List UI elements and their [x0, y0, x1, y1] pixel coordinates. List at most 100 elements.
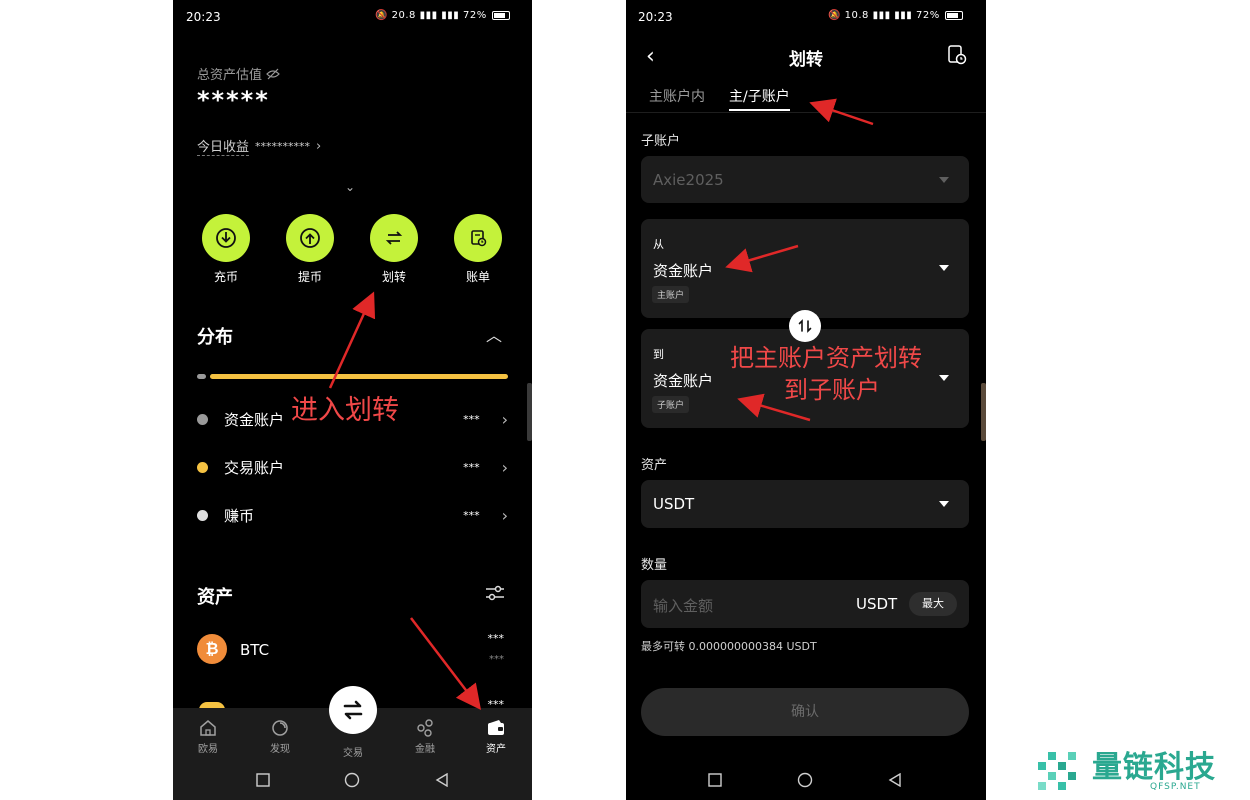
recents-icon[interactable]	[708, 772, 722, 791]
battery-icon	[492, 10, 511, 20]
bill-button[interactable]: 账单	[448, 214, 508, 285]
nav-assets-label: 资产	[486, 744, 506, 755]
funding-value: ***	[463, 412, 480, 426]
battery-percent: 72%	[462, 10, 487, 21]
nav-assets[interactable]: 资产	[471, 718, 521, 755]
watermark-logo-icon	[1038, 752, 1076, 790]
transfer-label: 划转	[381, 270, 406, 284]
asset-select[interactable]: USDT	[641, 480, 969, 528]
home-system-icon[interactable]	[344, 772, 360, 792]
home-icon	[200, 720, 216, 736]
network-speed: 10.8	[844, 10, 869, 21]
to-account-tag: 子账户	[652, 396, 690, 413]
asset-label: 资产	[641, 458, 668, 473]
back-system-icon[interactable]	[888, 772, 902, 791]
distribution-bar-funding	[197, 374, 206, 379]
transfer-icon	[370, 214, 418, 262]
nav-home[interactable]: 欧易	[183, 718, 233, 755]
swap-icon	[343, 700, 363, 720]
amount-input[interactable]: 输入金额 USDT 最大	[641, 580, 969, 628]
swap-direction-button[interactable]	[789, 310, 821, 342]
mute-icon: 🔕	[828, 10, 841, 21]
funding-dot	[197, 413, 208, 425]
deposit-button[interactable]: 充币	[196, 214, 256, 285]
max-transferable: 最多可转 0.000000000384 USDT	[641, 640, 817, 653]
deposit-icon	[202, 214, 250, 262]
sub-account-select[interactable]: Axie2025	[641, 156, 969, 203]
chevron-right-icon: ›	[501, 409, 508, 429]
earn-dot	[197, 509, 208, 521]
tab-divider	[626, 112, 986, 113]
battery-icon	[945, 10, 964, 20]
assets-title: 资产	[197, 587, 233, 608]
bill-icon	[454, 214, 502, 262]
earn-value: ***	[463, 508, 480, 522]
earn-label: 赚币	[224, 506, 255, 525]
scroll-handle	[981, 383, 986, 441]
trading-value: ***	[463, 460, 480, 474]
home-system-icon[interactable]	[797, 772, 813, 792]
today-pnl-row[interactable]: 今日收益 ********** ›	[197, 136, 321, 156]
distribution-row-trading[interactable]: 交易账户 *** ›	[197, 454, 508, 480]
transfer-button[interactable]: 划转	[364, 214, 424, 285]
status-time: 20:23	[186, 10, 221, 24]
dropdown-caret-icon	[939, 265, 949, 271]
sub-account-label: 子账户	[641, 134, 681, 149]
assets-screen: 20:23 🔕 20.8 ▮▮▮ ▮▮▮ 72% 总资产估值 ***** 今日收…	[173, 0, 532, 800]
filter-icon[interactable]	[485, 584, 505, 606]
from-account-select[interactable]: 从 资金账户 主账户	[641, 219, 969, 318]
asset-value: ***	[487, 632, 505, 645]
tab-active-indicator	[729, 109, 790, 111]
max-button[interactable]: 最大	[909, 592, 957, 616]
nav-discover[interactable]: 发现	[255, 718, 305, 755]
distribution-row-earn[interactable]: 赚币 *** ›	[197, 502, 508, 528]
withdraw-icon	[286, 214, 334, 262]
watermark-text: 量链科技	[1092, 750, 1216, 785]
chevron-right-icon: ›	[501, 505, 508, 525]
trading-label: 交易账户	[224, 458, 285, 477]
nav-trade-label: 交易	[343, 748, 363, 759]
battery-percent: 72%	[915, 10, 940, 21]
amount-unit: USDT	[856, 595, 898, 613]
chevron-right-icon: ›	[316, 138, 322, 154]
tab-main-sub[interactable]: 主/子账户	[729, 86, 790, 106]
network-speed: 20.8	[391, 10, 416, 21]
asset-symbol: BTC	[240, 641, 270, 659]
to-label: 到	[653, 348, 664, 361]
page-title: 划转	[789, 50, 823, 70]
finance-icon	[417, 719, 433, 737]
expand-chevron-icon[interactable]: ⌄	[345, 180, 355, 194]
distribution-title: 分布	[197, 327, 233, 348]
asset-row-btc[interactable]: ₿ BTC *** ***	[197, 632, 508, 668]
scroll-handle	[527, 383, 532, 441]
trade-fab-button[interactable]	[329, 686, 377, 734]
status-time: 20:23	[638, 10, 673, 24]
withdraw-button[interactable]: 提币	[280, 214, 340, 285]
bill-label: 账单	[465, 270, 490, 284]
nav-finance[interactable]: 金融	[400, 718, 450, 755]
collapse-chevron-icon[interactable]: ︿	[486, 322, 502, 346]
nav-trade[interactable]: 交易	[328, 744, 378, 759]
from-account-tag: 主账户	[652, 286, 690, 303]
history-icon[interactable]	[946, 44, 968, 70]
recents-icon[interactable]	[256, 772, 270, 791]
nav-discover-label: 发现	[270, 744, 290, 755]
status-icons: 🔕 10.8 ▮▮▮ ▮▮▮ 72%	[828, 10, 964, 21]
eye-hidden-icon[interactable]	[266, 68, 280, 80]
asset-value: USDT	[653, 495, 695, 513]
back-system-icon[interactable]	[435, 772, 449, 791]
trading-dot	[197, 461, 208, 473]
dropdown-caret-icon	[939, 177, 949, 183]
confirm-button[interactable]: 确认	[641, 688, 969, 736]
today-pnl-value: **********	[255, 139, 311, 153]
withdraw-label: 提币	[297, 270, 322, 284]
from-account-value: 资金账户	[653, 262, 714, 280]
signal-icon: ▮▮▮ ▮▮▮	[419, 10, 460, 21]
annotation-transfer-line1: 把主账户资产划转	[730, 344, 922, 372]
distribution-bar-trading	[210, 374, 508, 379]
tab-main-internal[interactable]: 主账户内	[649, 86, 705, 106]
annotation-transfer-line2: 到子账户	[784, 376, 880, 404]
dropdown-caret-icon	[939, 501, 949, 507]
total-assets-label: 总资产估值	[197, 68, 263, 83]
amount-placeholder[interactable]: 输入金额	[653, 595, 713, 616]
